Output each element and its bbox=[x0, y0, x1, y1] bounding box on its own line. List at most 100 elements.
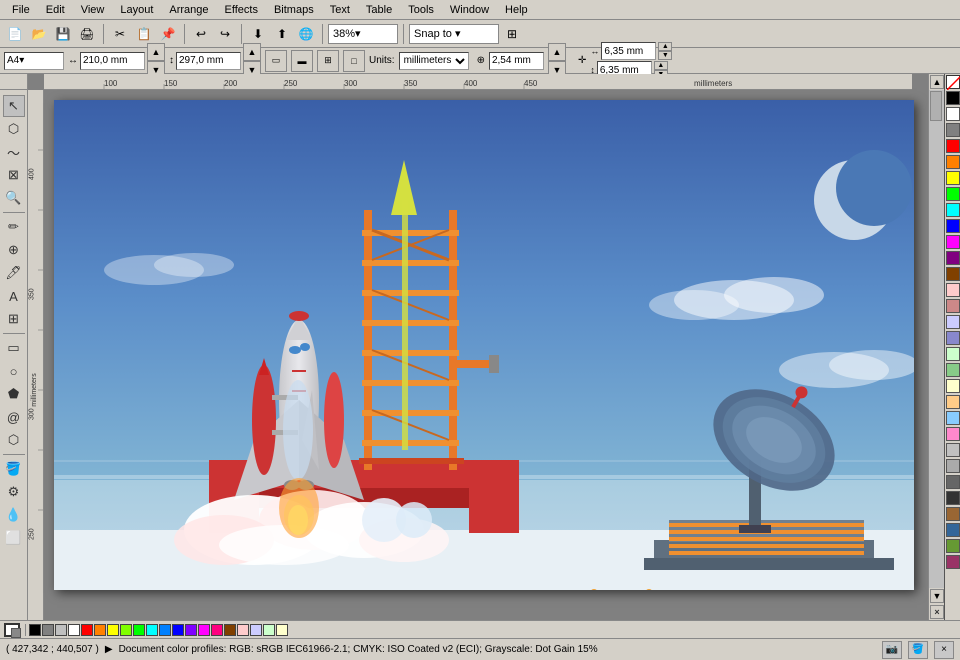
dark-gray-swatch[interactable] bbox=[946, 475, 960, 489]
print-button[interactable]: 🖨 bbox=[76, 23, 98, 45]
blue-swatch[interactable] bbox=[946, 219, 960, 233]
strip-cyan[interactable] bbox=[146, 624, 158, 636]
strip-black[interactable] bbox=[29, 624, 41, 636]
strip-yellow[interactable] bbox=[107, 624, 119, 636]
save-button[interactable]: 💾 bbox=[52, 23, 74, 45]
smart-fill-tool[interactable]: ⊕ bbox=[3, 239, 25, 261]
strip-hot-pink[interactable] bbox=[211, 624, 223, 636]
mid-gray-swatch[interactable] bbox=[946, 459, 960, 473]
smudge-tool[interactable]: 〜 bbox=[3, 141, 25, 163]
menu-text[interactable]: Text bbox=[322, 0, 358, 20]
camera-icon[interactable]: 📷 bbox=[882, 641, 902, 659]
cut-button[interactable]: ✂ bbox=[109, 23, 131, 45]
outline-indicator[interactable] bbox=[11, 628, 21, 638]
ellipse-tool[interactable]: ○ bbox=[3, 360, 25, 382]
strip-silver[interactable] bbox=[55, 624, 67, 636]
strip-sky[interactable] bbox=[159, 624, 171, 636]
light-yellow-swatch[interactable] bbox=[946, 379, 960, 393]
plum-swatch[interactable] bbox=[946, 555, 960, 569]
purple-swatch[interactable] bbox=[946, 251, 960, 265]
strip-magenta[interactable] bbox=[198, 624, 210, 636]
units-dropdown[interactable]: millimeters inches pixels bbox=[399, 52, 469, 70]
scroll-thumb[interactable] bbox=[930, 91, 942, 121]
undo-button[interactable]: ↩ bbox=[190, 23, 212, 45]
strip-orange[interactable] bbox=[94, 624, 106, 636]
fill-tool[interactable]: 🪣 bbox=[3, 458, 25, 480]
strip-lime[interactable] bbox=[120, 624, 132, 636]
x-down[interactable]: ▼ bbox=[658, 51, 672, 60]
menu-file[interactable]: File bbox=[4, 0, 38, 20]
steel-blue-swatch[interactable] bbox=[946, 523, 960, 537]
x-coord-input[interactable] bbox=[601, 42, 656, 60]
close-icon[interactable]: × bbox=[934, 641, 954, 659]
scroll-up-button[interactable]: ▲ bbox=[930, 75, 944, 89]
strip-lt-blue[interactable] bbox=[250, 624, 262, 636]
eyedropper-tool[interactable]: 💧 bbox=[3, 504, 25, 526]
white-swatch[interactable] bbox=[946, 107, 960, 121]
pen-tool[interactable]: 🖊 bbox=[3, 262, 25, 284]
fill-indicator[interactable] bbox=[4, 623, 20, 637]
light-green-swatch[interactable] bbox=[946, 347, 960, 361]
height-input[interactable] bbox=[176, 52, 241, 70]
yellow-swatch[interactable] bbox=[946, 171, 960, 185]
green-swatch[interactable] bbox=[946, 187, 960, 201]
menu-arrange[interactable]: Arrange bbox=[161, 0, 216, 20]
menu-table[interactable]: Table bbox=[358, 0, 400, 20]
export-button[interactable]: ⬆ bbox=[271, 23, 293, 45]
height-up[interactable]: ▲ bbox=[243, 43, 261, 61]
menu-help[interactable]: Help bbox=[497, 0, 536, 20]
menu-view[interactable]: View bbox=[73, 0, 113, 20]
right-scrollbar[interactable]: ▲ ▼ × bbox=[928, 74, 944, 620]
redo-button[interactable]: ↪ bbox=[214, 23, 236, 45]
menu-layout[interactable]: Layout bbox=[112, 0, 161, 20]
strip-green[interactable] bbox=[133, 624, 145, 636]
light-blue-swatch[interactable] bbox=[946, 315, 960, 329]
page-size-dropdown[interactable]: A4▾ bbox=[4, 52, 64, 70]
strip-violet[interactable] bbox=[185, 624, 197, 636]
width-up[interactable]: ▲ bbox=[147, 43, 165, 61]
zoom-input[interactable]: 38%▾ bbox=[328, 24, 398, 44]
scroll-track[interactable] bbox=[929, 90, 944, 588]
strip-cream[interactable] bbox=[276, 624, 288, 636]
zoom-tool[interactable]: 🔍 bbox=[3, 187, 25, 209]
nudge-up[interactable]: ▲ bbox=[548, 43, 566, 61]
charcoal-swatch[interactable] bbox=[946, 491, 960, 505]
nudge-input[interactable] bbox=[489, 52, 544, 70]
shape-tool[interactable]: ⬡ bbox=[3, 118, 25, 140]
polygon-tool[interactable]: ⬟ bbox=[3, 383, 25, 405]
magenta-swatch[interactable] bbox=[946, 235, 960, 249]
rect-tool[interactable]: ▭ bbox=[3, 337, 25, 359]
outline-tool[interactable]: ⬜ bbox=[3, 527, 25, 549]
landscape-button[interactable]: ▬ bbox=[291, 50, 313, 72]
no-fill-swatch[interactable] bbox=[946, 75, 960, 89]
gray-swatch[interactable] bbox=[946, 123, 960, 137]
strip-red[interactable] bbox=[81, 624, 93, 636]
copy-button[interactable]: 📋 bbox=[133, 23, 155, 45]
black-swatch[interactable] bbox=[946, 91, 960, 105]
hot-pink-swatch[interactable] bbox=[946, 427, 960, 441]
red-swatch[interactable] bbox=[946, 139, 960, 153]
current-page-button[interactable]: □ bbox=[343, 50, 365, 72]
canvas-document[interactable] bbox=[54, 100, 914, 590]
smart-drawing-tool[interactable]: ⚙ bbox=[3, 481, 25, 503]
new-button[interactable]: 📄 bbox=[4, 23, 26, 45]
all-pages-button[interactable]: ⊞ bbox=[317, 50, 339, 72]
sky-swatch[interactable] bbox=[946, 411, 960, 425]
snap-options-button[interactable]: ⊞ bbox=[501, 23, 523, 45]
publish-button[interactable]: 🌐 bbox=[295, 23, 317, 45]
rose-swatch[interactable] bbox=[946, 299, 960, 313]
menu-window[interactable]: Window bbox=[442, 0, 497, 20]
brown-swatch[interactable] bbox=[946, 267, 960, 281]
select-tool[interactable]: ↖ bbox=[3, 95, 25, 117]
basic-shapes-tool[interactable]: ⬡ bbox=[3, 429, 25, 451]
fill-color-icon[interactable]: 🪣 bbox=[908, 641, 928, 659]
canvas-area[interactable]: 100 150 200 250 300 350 400 450 millimet… bbox=[28, 74, 928, 620]
peach-swatch[interactable] bbox=[946, 395, 960, 409]
table-tool[interactable]: ⊞ bbox=[3, 308, 25, 330]
close-window-button[interactable]: × bbox=[930, 605, 944, 619]
import-button[interactable]: ⬇ bbox=[247, 23, 269, 45]
strip-lt-pink[interactable] bbox=[237, 624, 249, 636]
crop-tool[interactable]: ⊠ bbox=[3, 164, 25, 186]
menu-edit[interactable]: Edit bbox=[38, 0, 73, 20]
tan-swatch[interactable] bbox=[946, 507, 960, 521]
